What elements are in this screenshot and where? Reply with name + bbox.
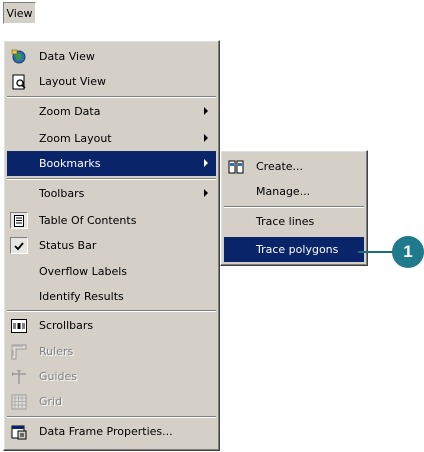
menu-item-label: Data Frame Properties... (39, 425, 173, 438)
menu-item-manage-bookmarks[interactable]: Manage... (224, 179, 364, 204)
menu-item-create-bookmark[interactable]: Create... (224, 154, 364, 179)
menu-item-label: Rulers (39, 345, 74, 358)
menu-item-label: Table Of Contents (39, 214, 137, 227)
bookmarks-submenu: Create... Manage... Trace lines Trace po… (220, 150, 368, 266)
data-view-icon (10, 48, 28, 65)
callout-badge: 1 (392, 236, 424, 268)
callout-line (358, 251, 394, 253)
menu-item-scrollbars[interactable]: Scrollbars (7, 313, 216, 338)
grid-icon (10, 393, 28, 410)
menu-separator (7, 416, 216, 418)
menu-item-identify-results[interactable]: Identify Results (7, 284, 216, 309)
menu-item-data-frame-properties[interactable]: Data Frame Properties... (7, 419, 216, 444)
view-menu-title[interactable]: View (3, 2, 36, 24)
rulers-icon (10, 343, 28, 360)
menu-item-toolbars[interactable]: Toolbars (7, 181, 216, 206)
menu-item-label: Status Bar (39, 239, 97, 252)
menu-item-label: Guides (39, 370, 78, 383)
properties-icon (10, 423, 28, 440)
menu-item-layout-view[interactable]: Layout View (7, 69, 216, 94)
menu-item-label: Identify Results (39, 290, 124, 303)
menu-item-label: Create... (256, 160, 304, 173)
menu-item-data-view[interactable]: Data View (7, 44, 216, 69)
scrollbars-icon (10, 317, 28, 334)
menu-item-zoom-layout[interactable]: Zoom Layout (7, 126, 216, 151)
menu-item-trace-lines[interactable]: Trace lines (224, 209, 364, 234)
menu-item-label: Scrollbars (39, 319, 94, 332)
create-bookmark-icon (227, 158, 245, 175)
view-menu-label: View (6, 6, 33, 20)
menu-item-label: Grid (39, 395, 63, 408)
callout-number: 1 (403, 242, 413, 261)
menu-separator (7, 96, 216, 98)
menu-item-label: Data View (39, 50, 95, 63)
menu-separator (224, 206, 364, 208)
menu-item-label: Toolbars (39, 187, 85, 200)
menu-separator (7, 310, 216, 312)
menu-item-label: Bookmarks (39, 157, 101, 170)
menu-item-bookmarks[interactable]: Bookmarks (7, 151, 216, 176)
menu-separator (7, 178, 216, 180)
menu-item-label: Overflow Labels (39, 265, 128, 278)
menu-item-overflow-labels[interactable]: Overflow Labels (7, 259, 216, 284)
menu-item-label: Layout View (39, 75, 106, 88)
menu-item-label: Trace polygons (256, 243, 339, 256)
guides-icon (10, 368, 28, 385)
checkmark-icon (10, 237, 28, 254)
menu-item-trace-polygons[interactable]: Trace polygons (224, 237, 364, 262)
layout-view-icon (10, 73, 28, 90)
menu-item-guides[interactable]: Guides (7, 364, 216, 389)
menu-item-label: Manage... (256, 185, 311, 198)
view-menu: Data View Layout View Zoom Data Zoom Lay… (3, 40, 220, 451)
submenu-arrow-icon (204, 107, 208, 115)
menu-item-grid[interactable]: Grid (7, 389, 216, 414)
menu-item-status-bar[interactable]: Status Bar (7, 233, 216, 258)
menu-item-zoom-data[interactable]: Zoom Data (7, 99, 216, 124)
menu-item-label: Zoom Data (39, 105, 101, 118)
table-of-contents-icon (10, 212, 28, 229)
submenu-arrow-icon (204, 159, 208, 167)
submenu-arrow-icon (204, 189, 208, 197)
menu-item-label: Trace lines (256, 215, 315, 228)
menu-item-label: Zoom Layout (39, 132, 112, 145)
submenu-arrow-icon (204, 134, 208, 142)
menu-item-table-of-contents[interactable]: Table Of Contents (7, 208, 216, 233)
menu-item-rulers[interactable]: Rulers (7, 339, 216, 364)
